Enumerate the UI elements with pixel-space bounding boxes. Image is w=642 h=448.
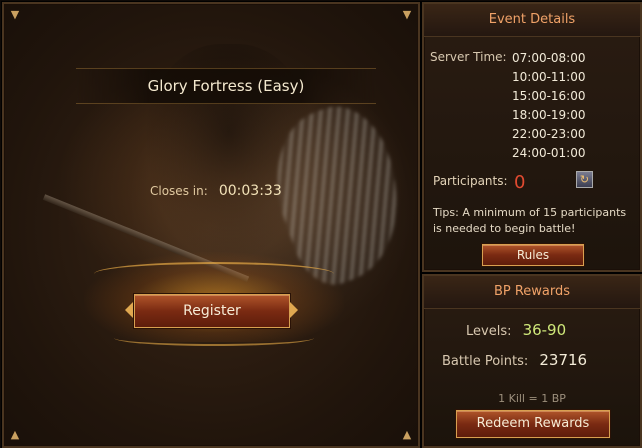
arrow-left-icon bbox=[125, 302, 133, 318]
participants-value: 0 bbox=[514, 172, 526, 193]
battle-points-row: Battle Points: 23716 bbox=[442, 350, 587, 369]
corner-ornament-icon: ▼ bbox=[402, 8, 412, 21]
redeem-rewards-button[interactable]: Redeem Rewards bbox=[456, 410, 610, 438]
refresh-icon[interactable]: ↻ bbox=[576, 171, 593, 188]
time-slot: 07:00-08:00 bbox=[512, 51, 586, 65]
ornament-top bbox=[94, 262, 334, 286]
bp-rewards-panel: BP Rewards Levels: 36-90 Battle Points: … bbox=[422, 274, 642, 448]
kill-ratio-note: 1 Kill = 1 BP bbox=[498, 392, 566, 405]
levels-row: Levels: 36-90 bbox=[466, 320, 566, 339]
time-slot: 10:00-11:00 bbox=[512, 70, 586, 84]
tips-text: Tips: A minimum of 15 participants is ne… bbox=[433, 206, 627, 235]
rules-button[interactable]: Rules bbox=[482, 244, 584, 266]
event-details-panel: Event Details Server Time: 07:00-08:00 1… bbox=[422, 2, 642, 272]
battle-points-value: 23716 bbox=[539, 351, 588, 369]
corner-ornament-icon: ▼ bbox=[10, 8, 20, 21]
closes-in-timer: Closes in: 00:03:33 bbox=[150, 180, 282, 199]
time-slot: 22:00-23:00 bbox=[512, 127, 586, 141]
levels-value: 36-90 bbox=[522, 321, 567, 339]
time-slot: 18:00-19:00 bbox=[512, 108, 586, 122]
event-details-title: Event Details bbox=[424, 4, 640, 37]
corner-ornament-icon: ▲ bbox=[10, 428, 20, 441]
server-time-list: 07:00-08:00 10:00-11:00 15:00-16:00 18:0… bbox=[512, 50, 586, 164]
levels-label: Levels: bbox=[466, 324, 512, 339]
closes-in-value: 00:03:33 bbox=[218, 183, 282, 199]
event-panel: ▼ ▼ ▲ ▲ Glory Fortress (Easy) Closes in:… bbox=[2, 2, 420, 448]
participants-label: Participants: bbox=[433, 174, 508, 188]
closes-in-label: Closes in: bbox=[150, 184, 208, 198]
event-title: Glory Fortress (Easy) bbox=[76, 68, 376, 104]
battle-points-label: Battle Points: bbox=[442, 354, 529, 369]
time-slot: 15:00-16:00 bbox=[512, 89, 586, 103]
register-button[interactable]: Register bbox=[134, 294, 290, 328]
server-time-label: Server Time: bbox=[430, 50, 507, 64]
bp-rewards-title: BP Rewards bbox=[424, 276, 640, 309]
corner-ornament-icon: ▲ bbox=[402, 428, 412, 441]
arrow-right-icon bbox=[290, 302, 298, 318]
ornament-bottom bbox=[114, 330, 314, 346]
time-slot: 24:00-01:00 bbox=[512, 146, 586, 160]
